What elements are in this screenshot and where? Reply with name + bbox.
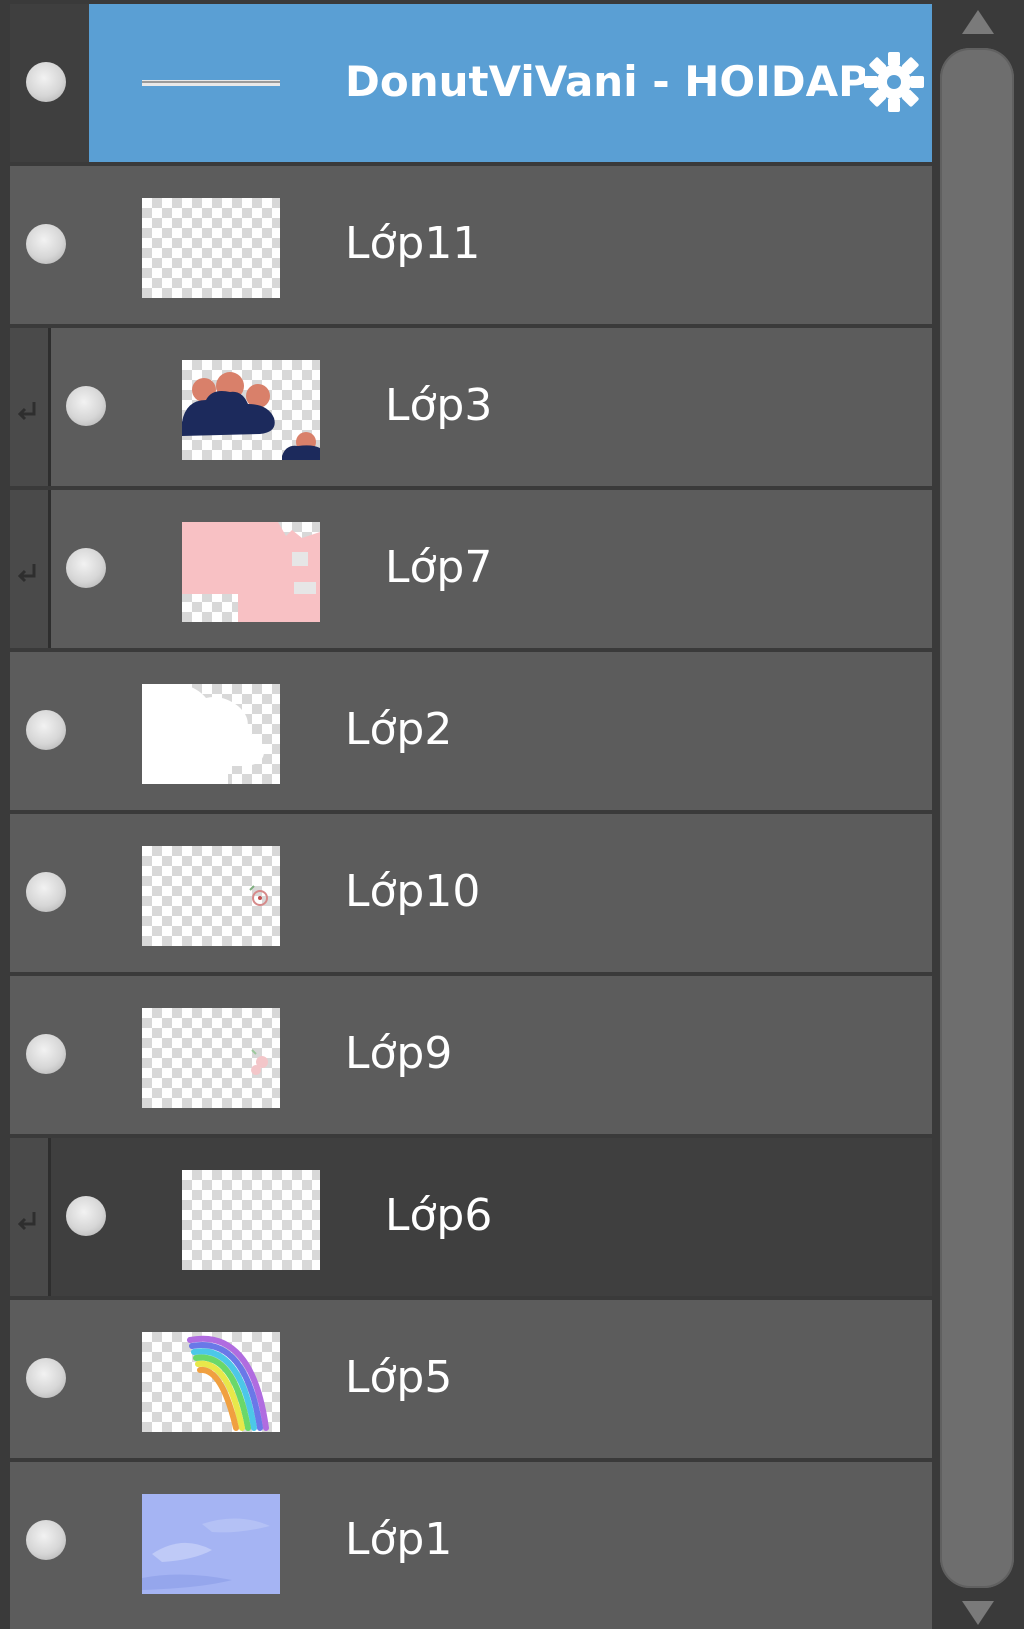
visibility-dot-icon[interactable] [26, 872, 66, 912]
clip-arrow-icon [17, 564, 36, 583]
layer-row-lop3[interactable]: Lớp3 [10, 328, 932, 486]
layers-scrollbar[interactable] [938, 0, 1024, 1629]
layer-row-lop1[interactable]: Lớp1 [10, 1462, 932, 1620]
scroll-down-arrow-icon[interactable] [962, 1601, 994, 1625]
layer-thumbnail [182, 1170, 320, 1270]
visibility-dot-icon[interactable] [26, 224, 66, 264]
layer-name: Lớp1 [345, 1514, 453, 1565]
visibility-dot-icon[interactable] [26, 1034, 66, 1074]
layer-thumbnail [142, 846, 280, 946]
layer-thumbnail [182, 360, 320, 460]
layer-list: DonutViVani - HOIDAP Lớp11 Lớp3 Lớp7 Lớp… [10, 4, 932, 1624]
layer-row-donutvivani[interactable]: DonutViVani - HOIDAP [10, 4, 932, 162]
visibility-dot-icon[interactable] [26, 62, 66, 102]
layer-thumbnail [142, 1494, 280, 1594]
clip-gutter [10, 1138, 51, 1296]
clip-arrow-icon [17, 1212, 36, 1231]
layer-thumbnail [142, 1332, 280, 1432]
clip-gutter [10, 328, 51, 486]
visibility-dot-icon[interactable] [26, 1520, 66, 1560]
layer-name: Lớp10 [345, 866, 481, 917]
layers-panel: DonutViVani - HOIDAP Lớp11 Lớp3 Lớp7 Lớp… [0, 0, 1024, 1629]
layer-thumbnail [142, 684, 280, 784]
visibility-dot-icon[interactable] [66, 386, 106, 426]
layer-thumbnail [142, 198, 280, 298]
visibility-dot-icon[interactable] [26, 710, 66, 750]
scroll-up-arrow-icon[interactable] [962, 10, 994, 34]
layer-name: Lớp5 [345, 1352, 453, 1403]
scroll-thumb[interactable] [940, 48, 1014, 1588]
layer-name: Lớp2 [345, 704, 453, 755]
visibility-dot-icon[interactable] [26, 1358, 66, 1398]
gear-icon[interactable] [862, 50, 926, 114]
layer-name: Lớp9 [345, 1028, 453, 1079]
layer-row-lop2[interactable]: Lớp2 [10, 652, 932, 810]
visibility-dot-icon[interactable] [66, 548, 106, 588]
layer-name: Lớp3 [385, 380, 493, 431]
layer-row-lop10[interactable]: Lớp10 [10, 814, 932, 972]
layer-name: DonutViVani - HOIDAP [345, 57, 865, 106]
layer-row-lop5[interactable]: Lớp5 [10, 1300, 932, 1458]
layer-name: Lớp7 [385, 542, 493, 593]
layer-thumbnail [142, 1008, 280, 1108]
layer-row-lop6[interactable]: Lớp6 [10, 1138, 932, 1296]
layer-name: Lớp6 [385, 1190, 493, 1241]
clip-arrow-icon [17, 402, 36, 421]
visibility-dot-icon[interactable] [66, 1196, 106, 1236]
layer-name: Lớp11 [345, 218, 481, 269]
layer-row-lop7[interactable]: Lớp7 [10, 490, 932, 648]
clip-gutter [10, 490, 51, 648]
layer-row-lop9[interactable]: Lớp9 [10, 976, 932, 1134]
layer-thumbnail [142, 36, 280, 136]
layer-thumbnail [182, 522, 320, 622]
layer-row-lop11[interactable]: Lớp11 [10, 166, 932, 324]
next-layer-row-partial [10, 1612, 932, 1629]
